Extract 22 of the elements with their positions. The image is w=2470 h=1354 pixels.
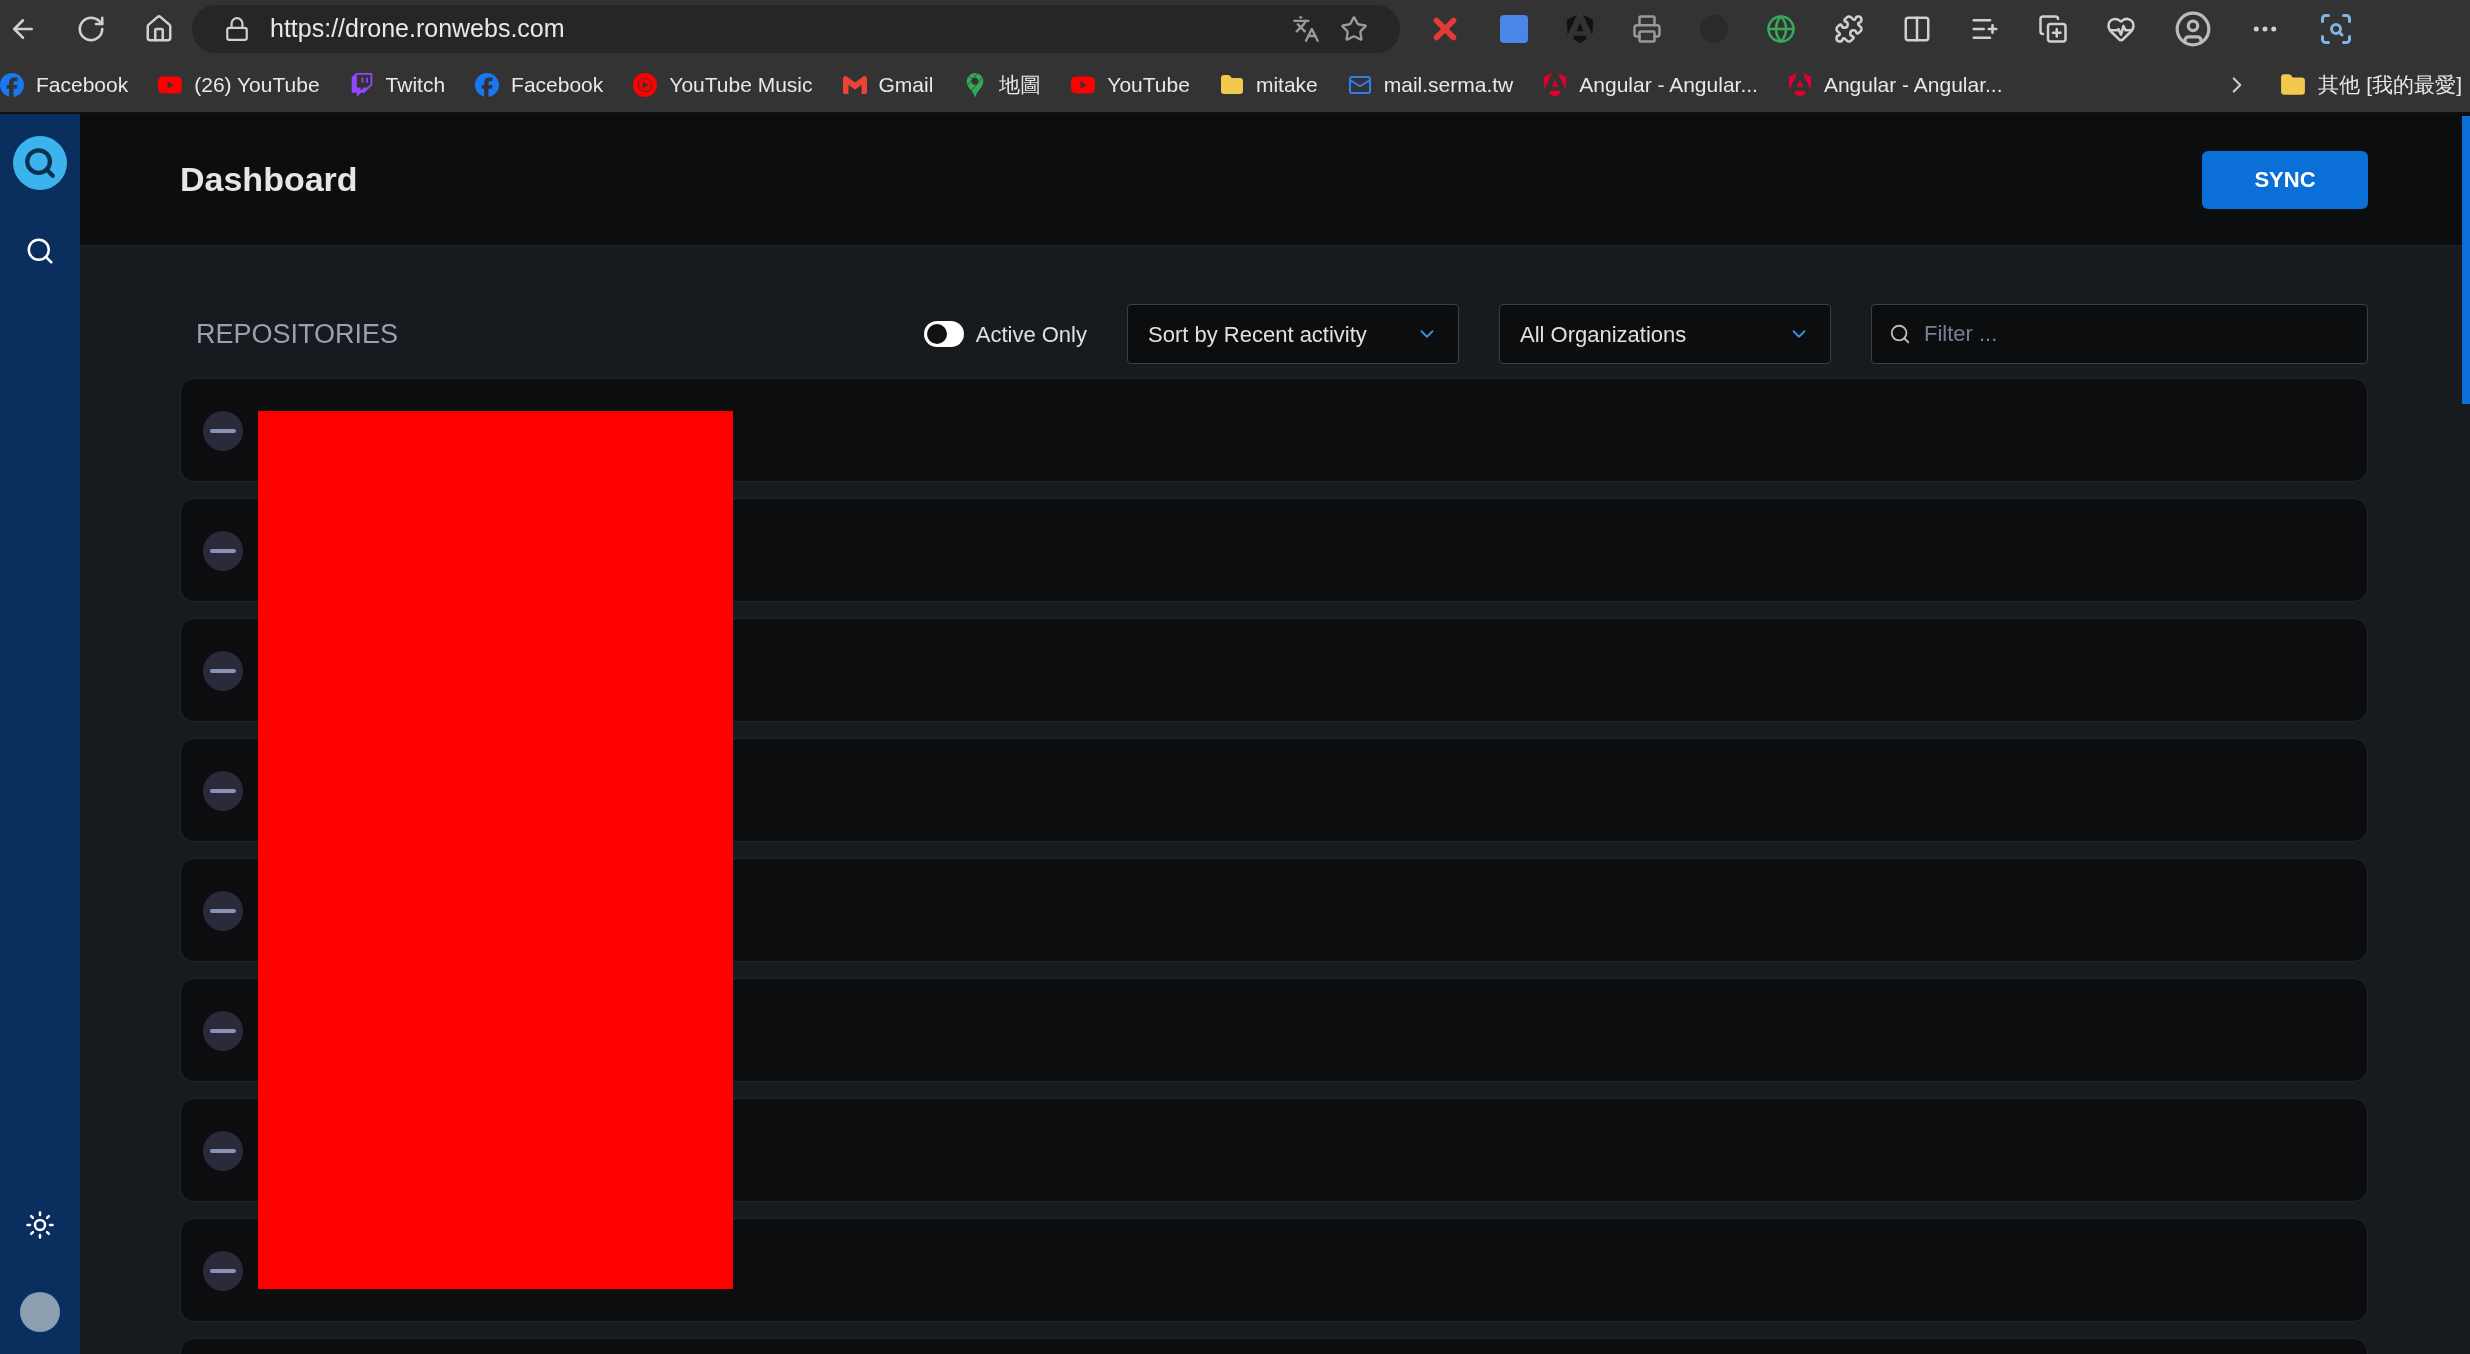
sort-select[interactable]: Sort by Recent activity [1127, 304, 1459, 364]
address-bar[interactable]: https://drone.ronwebs.com [192, 5, 1400, 53]
bookmark[interactable]: 地圖 [963, 69, 1042, 101]
bookmark[interactable]: YouTube [1071, 69, 1190, 101]
bookmark[interactable]: Angular - Angular... [1543, 69, 1758, 101]
bookmark[interactable]: Twitch [349, 69, 446, 101]
bookmark[interactable]: Gmail [842, 69, 934, 101]
section-title: REPOSITORIES [196, 317, 400, 351]
sync-button[interactable]: SYNC [2202, 150, 2368, 209]
bookmark[interactable]: YouTube Music [633, 69, 813, 101]
bookmark[interactable]: mail.serma.tw [1347, 69, 1514, 101]
bookmark-folder[interactable]: 其他 [我的最愛] [2280, 69, 2462, 101]
bookmark[interactable]: mitake [1219, 69, 1318, 101]
filter-field[interactable]: Filter ... [1871, 304, 2368, 364]
toggle-label: Active Only [975, 320, 1087, 349]
bookmark[interactable]: Angular - Angular... [1787, 69, 2003, 101]
bookmark[interactable]: Facebook [475, 69, 604, 101]
organization-select[interactable]: All Organizations [1499, 304, 1831, 364]
page-title: Dashboard [180, 159, 358, 200]
bookmark[interactable]: Facebook [0, 69, 129, 101]
url-text: https://drone.ronwebs.com [270, 13, 566, 45]
bookmark[interactable]: (26) YouTube [158, 69, 320, 101]
